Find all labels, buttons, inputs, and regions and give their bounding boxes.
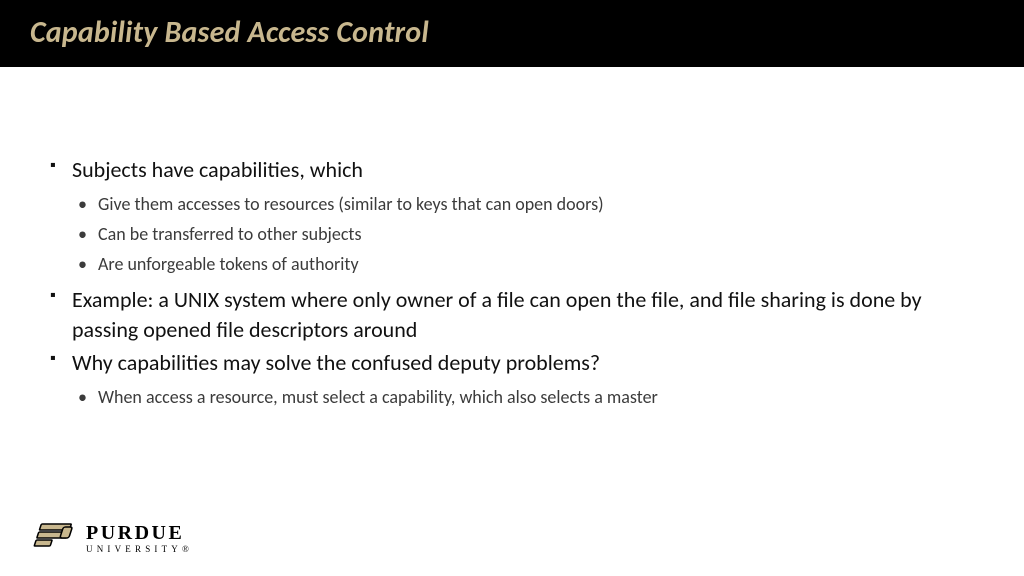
- sub-bullet-list: When access a resource, must select a ca…: [72, 384, 974, 410]
- bullet-text: Example: a UNIX system where only owner …: [72, 286, 922, 343]
- sub-bullet-item: When access a resource, must select a ca…: [78, 384, 974, 410]
- bullet-item: Why capabilities may solve the confused …: [50, 348, 974, 410]
- purdue-logo: PURDUE UNIVERSITY®: [32, 522, 193, 554]
- slide-title: Capability Based Access Control: [30, 14, 994, 51]
- sub-bullet-item: Can be transferred to other subjects: [78, 221, 974, 247]
- title-bar: Capability Based Access Control: [0, 0, 1024, 67]
- logo-sub: UNIVERSITY®: [86, 545, 193, 554]
- bullet-text: Why capabilities may solve the confused …: [72, 349, 600, 376]
- bullet-item: Subjects have capabilities, which Give t…: [50, 155, 974, 277]
- logo-name: PURDUE: [86, 523, 193, 543]
- bullet-text: Subjects have capabilities, which: [72, 156, 363, 183]
- sub-bullet-item: Give them accesses to resources (similar…: [78, 191, 974, 217]
- sub-bullet-list: Give them accesses to resources (similar…: [72, 191, 974, 277]
- purdue-logo-text: PURDUE UNIVERSITY®: [86, 523, 193, 554]
- sub-bullet-item: Are unforgeable tokens of authority: [78, 251, 974, 277]
- slide: Capability Based Access Control Subjects…: [0, 0, 1024, 576]
- bullet-list: Subjects have capabilities, which Give t…: [50, 155, 974, 410]
- slide-content: Subjects have capabilities, which Give t…: [0, 67, 1024, 410]
- bullet-item: Example: a UNIX system where only owner …: [50, 285, 974, 344]
- purdue-p-icon: [32, 522, 76, 554]
